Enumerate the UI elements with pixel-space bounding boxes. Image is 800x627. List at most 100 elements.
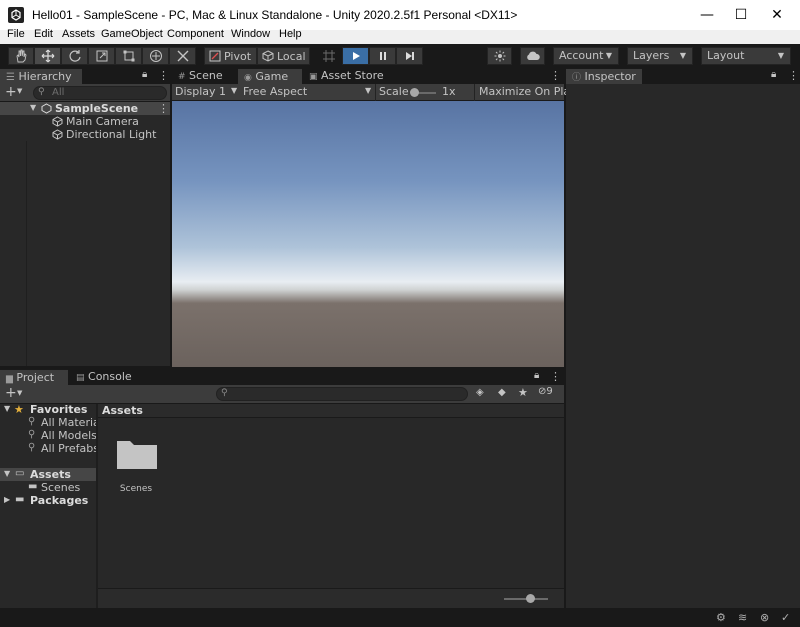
rotate-tool-button[interactable] (61, 47, 88, 65)
scene-tab-label: Scene (189, 69, 223, 82)
favorite-item[interactable]: All Materials (41, 416, 96, 429)
scale-value: 1x (442, 85, 456, 98)
grid-snap-icon[interactable] (322, 49, 336, 63)
lock-icon[interactable]: 🔒︎ (771, 69, 776, 80)
star-icon[interactable]: ★ (518, 386, 528, 399)
menu-assets[interactable]: Assets (62, 28, 95, 40)
expand-arrow-icon[interactable]: ▼ (4, 469, 10, 478)
tab-game[interactable]: ◉ Game (238, 68, 302, 84)
tab-asset-store[interactable]: ▣ Asset Store (303, 68, 389, 84)
play-button[interactable] (342, 47, 369, 65)
menu-edit[interactable]: Edit (34, 28, 53, 40)
expand-arrow-icon[interactable]: ▶ (4, 495, 10, 504)
scale-tool-button[interactable] (88, 47, 115, 65)
debug-mode-icon[interactable]: ⊗ (760, 611, 769, 624)
hierarchy-icon: ☰ (6, 72, 15, 83)
chevron-down-icon: ▼ (605, 51, 612, 60)
menu-gameobject[interactable]: GameObject (101, 28, 163, 40)
rect-icon (123, 50, 134, 62)
services-button[interactable] (487, 47, 512, 65)
bottom-tabbar: ▆ Project ▤ Console 🔒︎ ⋮ (0, 369, 564, 385)
transform-tool-button[interactable] (142, 47, 169, 65)
expand-arrow-icon[interactable]: ▼ (4, 404, 10, 413)
tab-console[interactable]: ▤ Console (70, 369, 140, 385)
layout-dropdown[interactable]: Layout ▼ (701, 47, 791, 65)
inspector-tab-label: Inspector (584, 70, 636, 83)
game-toolbar: Display 1 ▼ Free Aspect ▼ Scale 1x Maxim… (172, 84, 577, 101)
divider (474, 84, 475, 101)
favorite-item[interactable]: All Models (41, 429, 97, 442)
hierarchy-item[interactable]: Main Camera (0, 115, 170, 128)
scale-slider-thumb[interactable] (410, 88, 419, 97)
cache-stack-icon[interactable]: ≋ (738, 611, 747, 624)
menu-window[interactable]: Window (231, 28, 270, 40)
pause-button[interactable] (369, 47, 396, 65)
add-plus-icon[interactable]: + (5, 84, 17, 100)
collab-button[interactable] (520, 47, 545, 65)
kebab-menu-icon[interactable]: ⋮ (550, 370, 561, 383)
expand-arrow-icon[interactable]: ▼ (30, 103, 36, 112)
search-by-type-icon[interactable]: ◈ (476, 387, 484, 398)
step-icon (405, 52, 414, 60)
gamepad-icon: ◉ (244, 73, 252, 83)
hierarchy-tab-label: Hierarchy (18, 70, 72, 83)
menu-file[interactable]: File (7, 28, 25, 40)
tab-scene[interactable]: # Scene (172, 68, 238, 84)
project-tree: ▼ ★ Favorites ⚲ All Materials ⚲ All Mode… (0, 403, 99, 608)
move-icon (41, 49, 54, 63)
hierarchy-item[interactable]: Directional Light (0, 128, 170, 141)
search-icon: ⚲ (221, 388, 228, 398)
close-button[interactable]: ✕ (754, 0, 800, 30)
center-tabbar: # Scene ◉ Game ▣ Asset Store ⋮ (172, 68, 564, 84)
kebab-menu-icon[interactable]: ⋮ (158, 102, 169, 115)
tab-project[interactable]: ▆ Project (0, 369, 68, 385)
assets-tree-row[interactable]: ▼ ▭ Assets (0, 468, 96, 481)
local-toggle[interactable]: Local (257, 47, 310, 65)
move-tool-button[interactable] (34, 47, 61, 65)
chevron-down-icon[interactable]: ▼ (17, 389, 22, 397)
tree-item[interactable]: ▬ Scenes (0, 481, 96, 494)
scale-label: Scale (379, 85, 409, 98)
checkmark-circle-icon[interactable]: ✓ (781, 611, 790, 624)
services-icon (494, 50, 505, 62)
account-dropdown[interactable]: Account ▼ (553, 47, 619, 65)
favorites-label[interactable]: Favorites (30, 403, 87, 416)
icon-size-slider-thumb[interactable] (526, 594, 535, 603)
packages-tree-row[interactable]: ▶ ▬ Packages (0, 494, 96, 507)
lock-icon[interactable]: 🔒︎ (142, 69, 147, 80)
tab-inspector[interactable]: ⓘ Inspector (566, 68, 642, 84)
asset-grid-area: Assets Scenes (98, 404, 564, 608)
asset-label: Scenes (119, 484, 153, 494)
kebab-menu-icon[interactable]: ⋮ (550, 69, 561, 82)
lock-icon[interactable]: 🔒︎ (534, 370, 539, 381)
rect-tool-button[interactable] (115, 47, 142, 65)
aspect-dropdown[interactable]: Free Aspect ▼ (243, 85, 373, 100)
bug-icon[interactable]: ⚙ (716, 611, 726, 624)
kebab-menu-icon[interactable]: ⋮ (158, 69, 169, 82)
pivot-toggle[interactable]: Pivot (204, 47, 257, 65)
display-dropdown[interactable]: Display 1 ▼ (175, 85, 241, 100)
breadcrumb-assets[interactable]: Assets (102, 404, 143, 417)
hidden-packages-toggle[interactable]: ⊘9 (538, 386, 553, 397)
layers-dropdown[interactable]: Layers ▼ (627, 47, 693, 65)
label-tag-icon[interactable]: ◆ (498, 387, 506, 398)
inspector-tabbar: ⓘ Inspector 🔒︎ ⋮ (566, 68, 800, 84)
menu-help[interactable]: Help (279, 28, 302, 40)
tab-hierarchy[interactable]: ☰ Hierarchy (0, 68, 82, 84)
step-button[interactable] (396, 47, 423, 65)
favorite-item[interactable]: All Prefabs (41, 442, 99, 455)
info-icon: ⓘ (572, 73, 582, 83)
hand-tool-button[interactable] (8, 47, 34, 65)
hierarchy-toolbar: + ▼ ⚲ All (0, 84, 170, 102)
scene-row[interactable]: ▼ SampleScene ⋮ (0, 102, 170, 115)
asset-folder-scenes[interactable] (116, 436, 158, 486)
maximize-on-play-toggle[interactable]: Maximize On Play (479, 85, 577, 98)
custom-tool-button[interactable] (169, 47, 196, 65)
menu-component[interactable]: Component (167, 28, 224, 40)
hierarchy-search-input[interactable]: ⚲ All (33, 86, 167, 100)
game-viewport[interactable] (172, 101, 564, 367)
project-search-input[interactable]: ⚲ (216, 387, 468, 401)
chevron-down-icon[interactable]: ▼ (17, 87, 22, 95)
add-plus-icon[interactable]: + (5, 385, 17, 401)
kebab-menu-icon[interactable]: ⋮ (788, 69, 799, 82)
